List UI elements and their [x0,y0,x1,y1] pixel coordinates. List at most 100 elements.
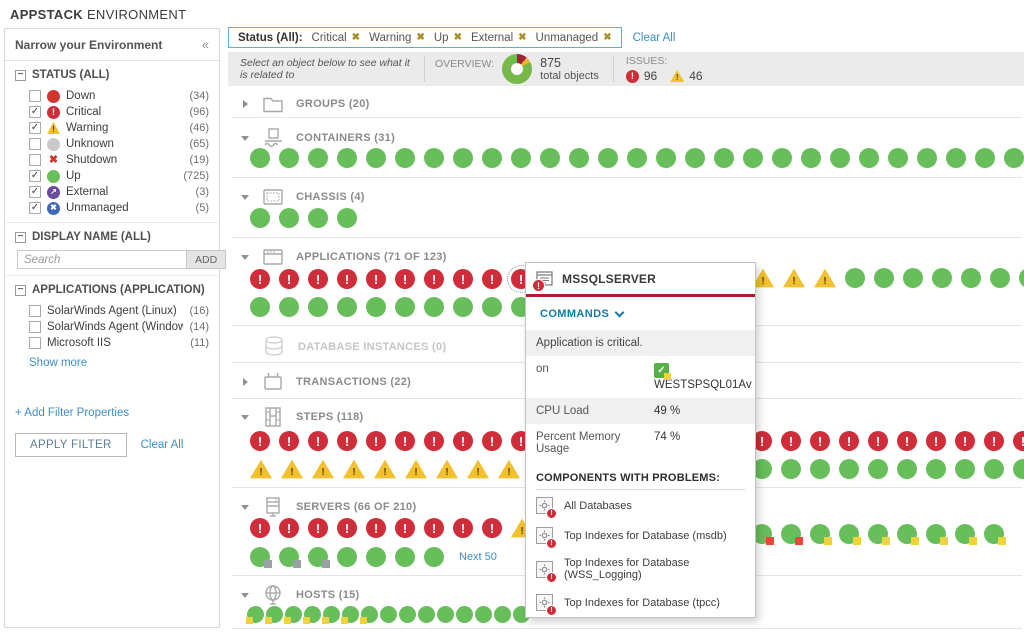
object-status-warning-icon[interactable] [467,459,489,479]
commands-menu[interactable]: COMMANDS [526,297,755,330]
collapse-icon[interactable] [240,593,250,598]
object-status-up-icon[interactable] [424,148,444,168]
remove-chip-icon[interactable]: ✖ [454,32,462,43]
object-status-up-icon[interactable] [627,148,647,168]
object-status-up-icon[interactable] [685,148,705,168]
object-status-up-icon[interactable] [337,297,357,317]
object-status-up-icon[interactable] [366,148,386,168]
object-status-critical-icon[interactable] [955,431,975,451]
object-status-critical-icon[interactable] [984,431,1004,451]
object-status-up-icon[interactable] [437,606,454,623]
object-status-up-yellow-icon[interactable] [839,524,859,544]
object-status-warning-icon[interactable] [498,459,520,479]
object-status-up-icon[interactable] [453,297,473,317]
object-status-up-icon[interactable] [772,148,792,168]
object-status-up-icon[interactable] [810,459,830,479]
collapse-section-icon[interactable]: − [15,70,26,81]
search-input[interactable] [17,250,187,269]
object-status-critical-icon[interactable] [926,431,946,451]
object-status-up-icon[interactable] [656,148,676,168]
status-filter-item-external[interactable]: ✓↗External(3) [15,184,209,200]
object-status-up-icon[interactable] [990,268,1010,288]
status-section-title[interactable]: − STATUS (ALL) [15,69,209,81]
object-status-up-icon[interactable] [308,148,328,168]
checkbox[interactable]: ✓ [29,122,41,134]
object-status-up-icon[interactable] [926,459,946,479]
object-status-warning-icon[interactable] [814,268,836,288]
problem-component-item[interactable]: !All Databases [526,490,755,520]
object-status-critical-icon[interactable] [839,431,859,451]
object-status-up-yellow-icon[interactable] [868,524,888,544]
object-status-up-yellow-icon[interactable] [897,524,917,544]
problem-component-item[interactable]: !Top Indexes for Database (WSS_Logging) [526,550,755,587]
object-status-up-icon[interactable] [946,148,966,168]
object-status-critical-icon[interactable] [897,431,917,451]
object-status-up-icon[interactable] [839,459,859,479]
checkbox[interactable] [29,305,41,317]
object-status-up-icon[interactable] [903,268,923,288]
object-status-up-icon[interactable] [250,148,270,168]
object-status-up-icon[interactable] [1019,268,1024,288]
object-status-up-icon[interactable] [482,297,502,317]
application-filter-item[interactable]: Microsoft IIS(11) [15,335,209,351]
object-status-up-yellow-icon[interactable] [955,524,975,544]
object-status-critical-icon[interactable] [453,431,473,451]
checkbox[interactable] [29,321,41,333]
object-status-up-icon[interactable] [494,606,511,623]
show-more-link[interactable]: Show more [29,357,87,369]
status-filter-item-warning[interactable]: ✓!Warning(46) [15,120,209,136]
object-status-up-yellow-left-icon[interactable] [304,606,321,623]
collapse-sidebar-icon[interactable]: « [202,37,209,52]
object-status-warning-icon[interactable] [436,459,458,479]
object-status-critical-icon[interactable] [424,518,444,538]
object-status-up-gray-icon[interactable] [308,547,328,567]
object-status-up-icon[interactable] [475,606,492,623]
checkbox[interactable] [29,154,41,166]
object-status-critical-icon[interactable] [279,269,299,289]
object-status-critical-icon[interactable] [395,431,415,451]
object-status-critical-icon[interactable] [308,269,328,289]
expand-icon[interactable] [240,100,250,108]
object-status-up-icon[interactable] [424,547,444,567]
problem-component-item[interactable]: !Top Indexes for Database (tpcc) [526,587,755,617]
problem-component-item[interactable]: !Top Indexes for Database (msdb) [526,520,755,550]
host-name-link[interactable]: WESTSPSQL01Av [654,379,752,391]
object-status-up-icon[interactable] [308,297,328,317]
collapse-section-icon[interactable]: − [15,285,26,296]
object-status-up-icon[interactable] [888,148,908,168]
object-status-critical-icon[interactable] [308,518,328,538]
object-status-up-icon[interactable] [540,148,560,168]
object-status-up-icon[interactable] [955,459,975,479]
object-status-up-icon[interactable] [308,208,328,228]
object-status-up-yellow-icon[interactable] [926,524,946,544]
section-servers[interactable]: SERVERS (66 OF 210) [228,495,416,519]
object-status-warning-icon[interactable] [405,459,427,479]
object-status-critical-icon[interactable] [366,269,386,289]
collapse-icon[interactable] [240,136,250,141]
object-status-up-icon[interactable] [395,547,415,567]
object-status-up-icon[interactable] [395,148,415,168]
object-status-up-yellow-left-icon[interactable] [247,606,264,623]
object-status-warning-icon[interactable] [281,459,303,479]
section-chassis[interactable]: CHASSIS (4) [228,186,365,208]
object-status-up-gray-icon[interactable] [250,547,270,567]
display-name-title[interactable]: − DISPLAY NAME (ALL) [15,231,209,243]
object-status-warning-icon[interactable] [250,459,272,479]
object-status-up-icon[interactable] [874,268,894,288]
object-status-critical-icon[interactable] [424,431,444,451]
object-status-critical-icon[interactable] [482,269,502,289]
object-status-up-icon[interactable] [868,459,888,479]
next-50-link[interactable]: Next 50 [459,551,497,563]
object-status-critical-icon[interactable] [482,518,502,538]
status-filter-item-down[interactable]: Down(34) [15,88,209,104]
object-status-up-icon[interactable] [337,547,357,567]
object-status-up-icon[interactable] [569,148,589,168]
object-status-critical-icon[interactable] [810,431,830,451]
object-status-up-icon[interactable] [1013,459,1024,479]
object-status-up-yellow-left-icon[interactable] [285,606,302,623]
object-status-critical-icon[interactable] [366,518,386,538]
object-status-up-icon[interactable] [337,148,357,168]
object-status-critical-icon[interactable] [366,431,386,451]
checkbox[interactable] [29,337,41,349]
object-status-up-icon[interactable] [380,606,397,623]
